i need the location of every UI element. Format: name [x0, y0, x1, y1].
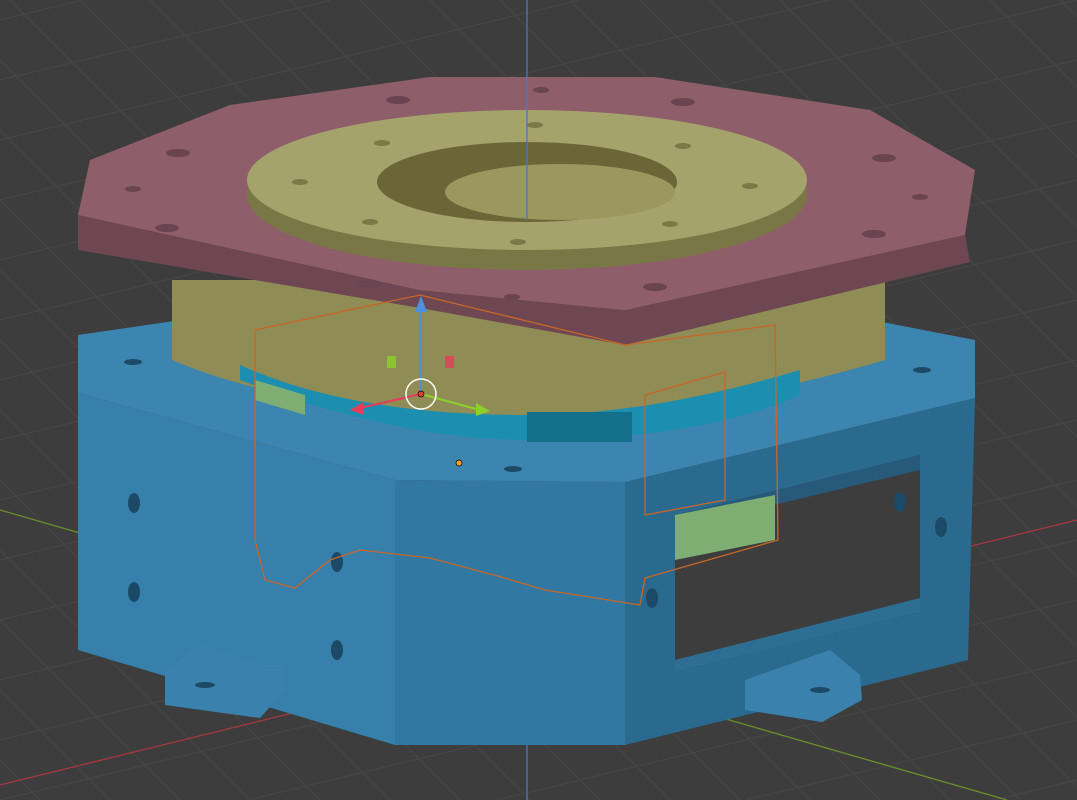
- plane-handle-icon[interactable]: [387, 356, 396, 368]
- grid-line: [989, 0, 1077, 88]
- origin-point: [417, 390, 425, 398]
- grid-line: [0, 689, 111, 800]
- plane-handle-icon[interactable]: [445, 356, 454, 368]
- 3d-viewport[interactable]: [0, 0, 1077, 800]
- grid-line: [919, 0, 1077, 158]
- viewport-canvas[interactable]: [0, 0, 1077, 800]
- object-origin-dot: [455, 459, 463, 467]
- grid-line: [994, 779, 1077, 800]
- grid-line: [745, 719, 1077, 800]
